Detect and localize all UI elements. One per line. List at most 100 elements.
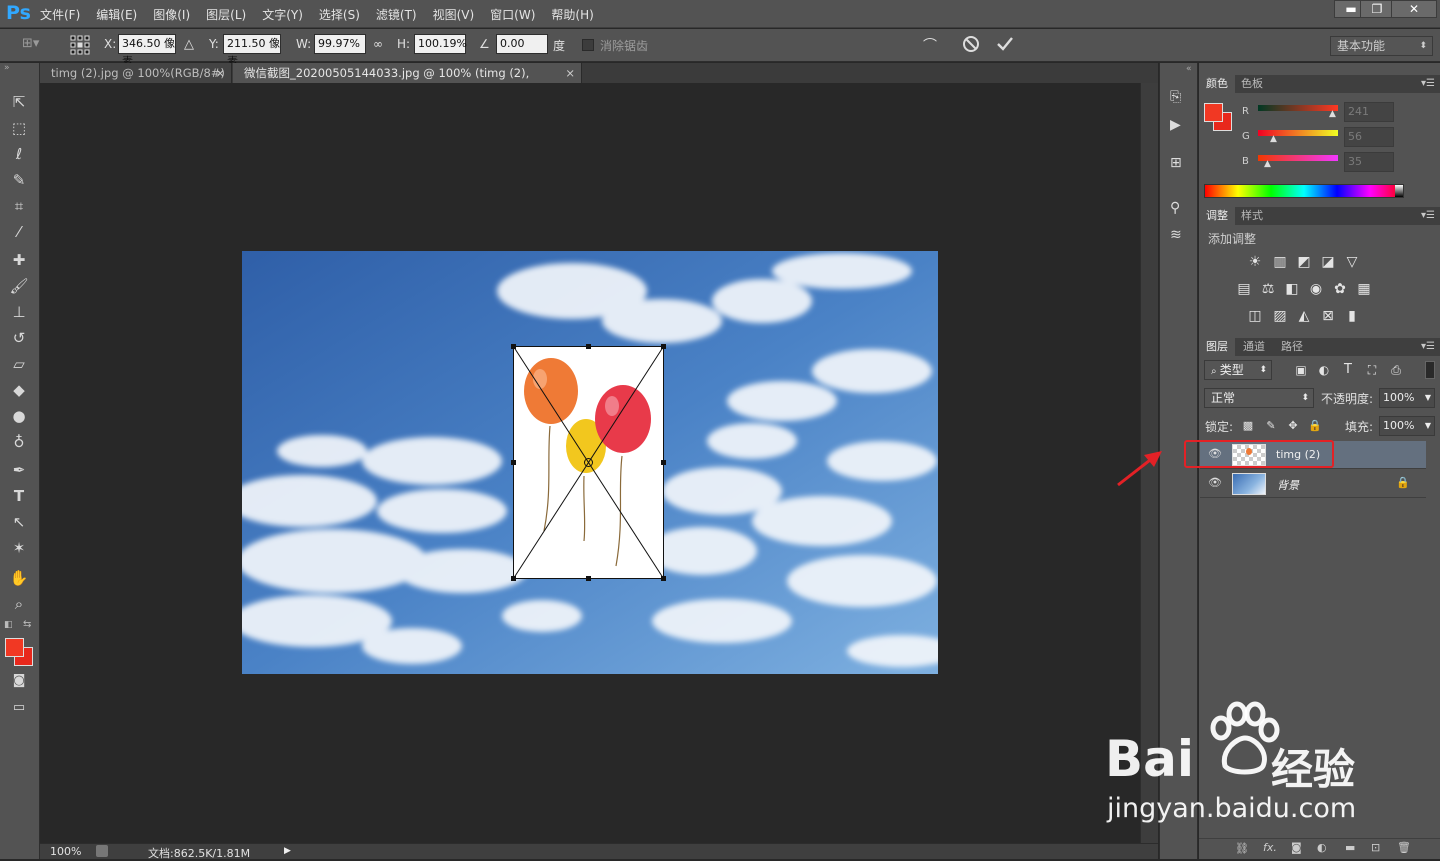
healing-brush-tool-icon[interactable]: ✚ [8,249,30,271]
lock-pixels-icon[interactable]: ✎ [1261,417,1281,435]
collapse-icon[interactable]: « [1186,64,1192,74]
foreground-color-swatch[interactable] [5,638,24,657]
invert-icon[interactable]: ◫ [1245,307,1265,325]
status-menu-icon[interactable]: ▶ [284,844,298,859]
info-panel-icon[interactable]: ⊞ [1170,155,1190,175]
menu-type[interactable]: 文字(Y) [262,6,303,23]
tool-presets-icon[interactable]: ≋ [1170,227,1190,247]
color-lookup-icon[interactable]: ▦ [1354,280,1374,298]
stamp-tool-icon[interactable]: ⊥ [8,301,30,323]
quick-select-tool-icon[interactable]: ✎ [8,169,30,191]
panel-menu-icon[interactable]: ▾☰ [1421,207,1435,225]
color-balance-icon[interactable]: ⚖ [1258,280,1278,298]
pen-tool-icon[interactable]: ✒ [8,459,30,481]
quick-mask-icon[interactable]: ◙ [8,670,30,692]
filter-shape-icon[interactable]: ⛶ [1362,361,1382,379]
tab-adjustments[interactable]: 调整 [1199,207,1235,225]
menu-image[interactable]: 图像(I) [153,6,190,23]
x-input[interactable]: 346.50 像素 [118,34,176,68]
transform-handle[interactable] [661,460,666,465]
history-brush-tool-icon[interactable]: ↺ [8,327,30,349]
slider-thumb[interactable]: ▲ [1270,134,1277,144]
antialias-checkbox[interactable] [582,39,594,51]
default-colors-icon[interactable]: ◧ [4,620,13,630]
warp-icon[interactable]: ⌒ [923,35,943,55]
selective-color-icon[interactable]: ⊠ [1318,307,1338,325]
posterize-icon[interactable]: ▨ [1270,307,1290,325]
eraser-tool-icon[interactable]: ▱ [8,353,30,375]
chevron-down-icon[interactable]: ▼ [1425,417,1431,435]
fill-input[interactable]: 100% ▼ [1379,416,1435,436]
h-input[interactable]: 100.19% [414,34,467,54]
status-info-icon[interactable] [96,845,108,857]
layer-name[interactable]: 背景 [1277,477,1299,493]
delta-icon[interactable]: △ [184,37,194,52]
chevron-down-icon[interactable]: ▼ [1425,389,1431,407]
menu-edit[interactable]: 编辑(E) [96,6,137,23]
dodge-tool-icon[interactable]: ♁ [8,431,30,453]
transform-handle[interactable] [661,344,666,349]
gradient-map-icon[interactable]: ▮ [1342,307,1362,325]
transform-tool-icon[interactable]: ⊞▾ [22,36,44,54]
new-adjustment-icon[interactable]: ◐ [1317,841,1327,854]
shape-tool-icon[interactable]: ✶ [8,537,30,559]
brush-presets-icon[interactable]: ⚲ [1170,200,1190,220]
lock-transparent-icon[interactable]: ▩ [1238,417,1258,435]
hand-tool-icon[interactable]: ✋ [8,567,30,589]
tab-layers[interactable]: 图层 [1199,338,1235,356]
workspace-select[interactable]: 基本功能 ⬍ [1330,36,1433,56]
new-layer-icon[interactable]: ⊡ [1371,841,1380,854]
actions-panel-icon[interactable]: ▶ [1170,117,1190,137]
document-canvas[interactable] [242,251,938,674]
paint-bucket-tool-icon[interactable]: ◆ [8,379,30,401]
crop-tool-icon[interactable]: ⌗ [8,195,30,217]
levels-icon[interactable]: ▥ [1270,253,1290,271]
angle-input[interactable]: 0.00 [496,34,548,54]
cancel-transform-icon[interactable] [962,35,982,55]
photo-filter-icon[interactable]: ◉ [1306,280,1326,298]
type-tool-icon[interactable]: T [8,485,30,507]
foreground-color-swatch[interactable] [1204,103,1223,122]
menu-help[interactable]: 帮助(H) [551,6,593,23]
blend-mode-select[interactable]: 正常 ⬍ [1204,388,1314,408]
lock-position-icon[interactable]: ✥ [1283,417,1303,435]
tab-styles[interactable]: 样式 [1234,207,1270,225]
r-slider[interactable] [1258,105,1338,111]
new-group-icon[interactable]: ▬ [1345,841,1355,854]
zoom-tool-icon[interactable]: ⌕ [8,593,30,615]
color-spectrum[interactable] [1204,184,1404,198]
add-mask-icon[interactable]: ◙ [1291,841,1302,854]
menu-layer[interactable]: 图层(L) [206,6,246,23]
threshold-icon[interactable]: ◭ [1294,307,1314,325]
hue-saturation-icon[interactable]: ▤ [1234,280,1254,298]
commit-transform-icon[interactable] [996,35,1016,55]
tab-channels[interactable]: 通道 [1236,338,1272,356]
slider-thumb[interactable]: ▲ [1264,159,1271,169]
menu-window[interactable]: 窗口(W) [490,6,535,23]
menu-select[interactable]: 选择(S) [319,6,360,23]
filter-smart-object-icon[interactable]: ⎙ [1386,361,1406,379]
move-tool-icon[interactable]: ⇱ [8,91,30,113]
brush-tool-icon[interactable]: 🖌 [8,275,30,297]
close-button[interactable]: ✕ [1391,0,1437,18]
restore-button[interactable]: ❐ [1360,0,1394,18]
blur-tool-icon[interactable]: ● [8,405,30,427]
delete-layer-icon[interactable]: 🗑 [1397,841,1411,854]
r-value[interactable]: 241 [1344,102,1394,122]
vibrance-icon[interactable]: ▽ [1342,253,1362,271]
tab-paths[interactable]: 路径 [1274,338,1310,356]
menu-view[interactable]: 视图(V) [433,6,475,23]
transform-handle[interactable] [586,344,591,349]
transform-handle[interactable] [511,460,516,465]
transform-handle[interactable] [511,344,516,349]
tab-swatches[interactable]: 色板 [1234,75,1270,93]
exposure-icon[interactable]: ◪ [1318,253,1338,271]
transform-handle[interactable] [511,576,516,581]
transform-handle[interactable] [586,576,591,581]
panel-menu-icon[interactable]: ▾☰ [1421,75,1435,93]
layer-row-background[interactable]: 👁 背景 🔒 [1200,470,1426,498]
zoom-level[interactable]: 100% [50,845,81,858]
g-value[interactable]: 56 [1344,127,1394,147]
slider-thumb[interactable]: ▲ [1329,109,1336,119]
path-select-tool-icon[interactable]: ↖ [8,511,30,533]
